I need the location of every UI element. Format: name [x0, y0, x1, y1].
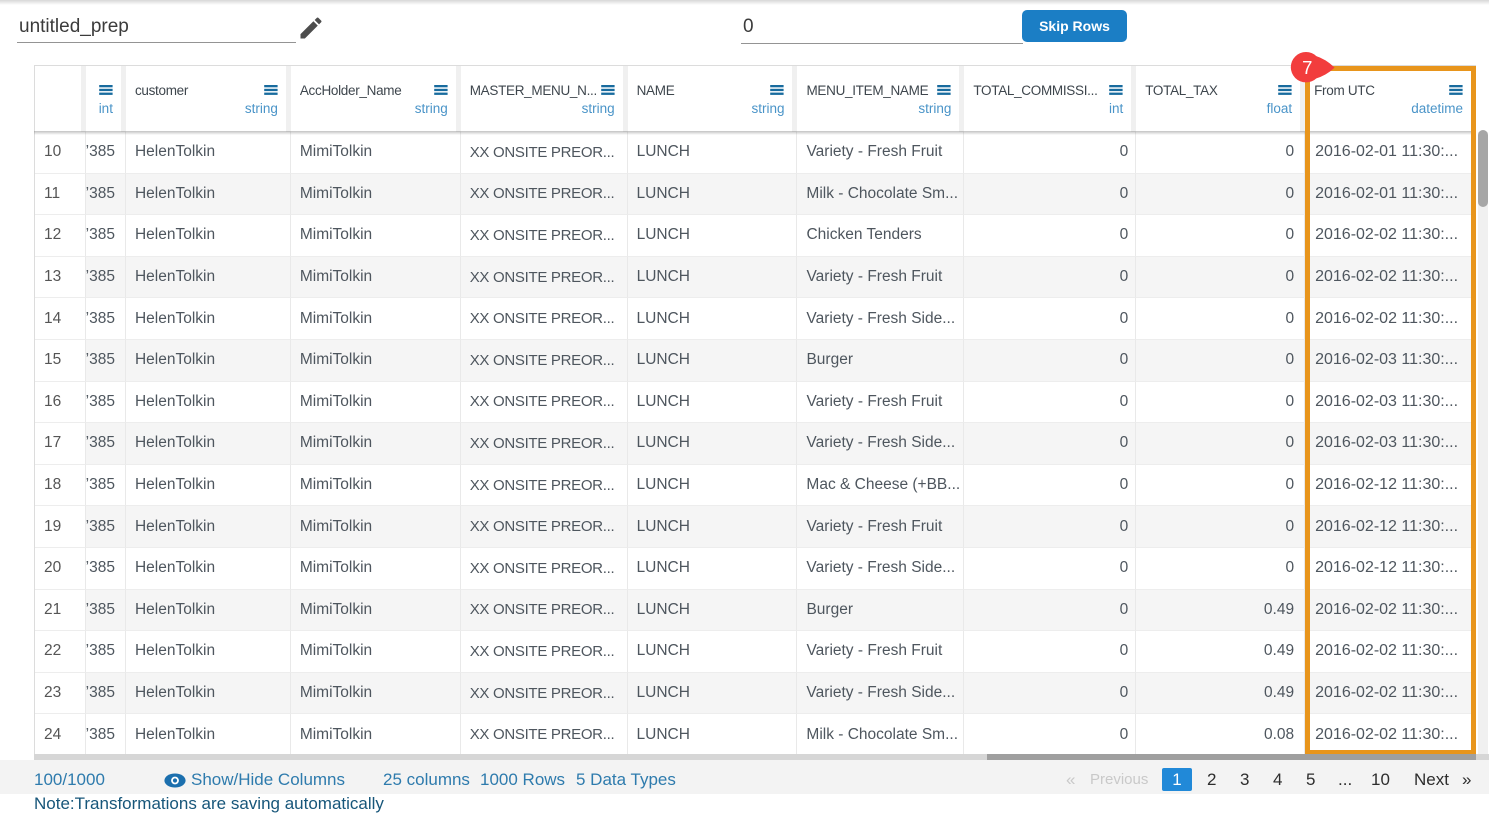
svg-text:7: 7 — [1302, 57, 1312, 78]
